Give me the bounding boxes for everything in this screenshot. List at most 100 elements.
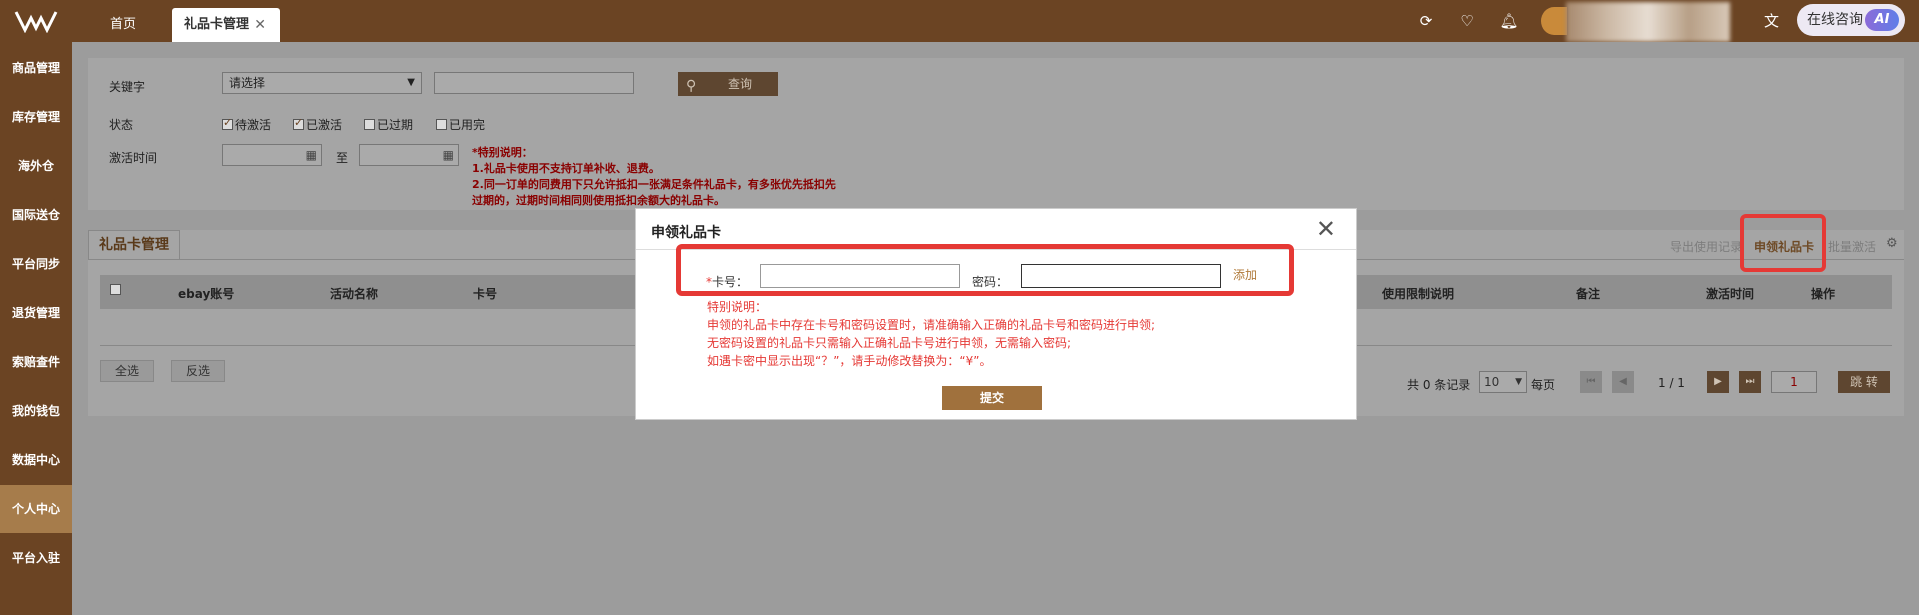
sidebar-item-international-shipping[interactable]: 国际送仓 bbox=[0, 191, 72, 239]
column-header: 备注 bbox=[1576, 287, 1601, 301]
prev-page-icon[interactable]: ◀ bbox=[1612, 371, 1634, 393]
ai-badge: AI bbox=[1865, 9, 1899, 31]
search-icon: ⚲ bbox=[686, 78, 697, 94]
heart-icon[interactable]: ♡ bbox=[1457, 11, 1477, 31]
instruction-line: 无密码设置的礼品卡只需输入正确礼品卡号进行申领，无需输入密码; bbox=[707, 336, 1072, 350]
to-label: 至 bbox=[336, 151, 349, 165]
tab-gift-card-management-panel[interactable]: 礼品卡管理 bbox=[88, 230, 180, 260]
user-info-blurred[interactable] bbox=[1566, 2, 1730, 42]
calendar-icon[interactable]: ▦ bbox=[443, 148, 454, 162]
card-number-label: *卡号： bbox=[706, 273, 748, 290]
tab-gift-card-management[interactable]: 礼品卡管理 ✕ bbox=[172, 8, 280, 42]
keyword-select-value: 请选择 bbox=[229, 76, 266, 90]
card-number-input[interactable] bbox=[760, 264, 960, 288]
sidebar-item-claims[interactable]: 索赔查件 bbox=[0, 338, 72, 386]
brand-logo[interactable] bbox=[14, 9, 58, 33]
select-all-checkbox[interactable] bbox=[110, 283, 123, 297]
tab-home[interactable]: 首页 bbox=[92, 8, 154, 42]
status-option-label: 已过期 bbox=[377, 118, 414, 132]
sidebar-item-overseas-warehouse[interactable]: 海外仓 bbox=[0, 142, 72, 190]
per-page-label: 每页 bbox=[1531, 378, 1556, 392]
keyword-select[interactable]: 请选择 ▼ bbox=[222, 72, 422, 94]
dialog-instructions: 特别说明： 申领的礼品卡中存在卡号和密码设置时，请准确输入正确的礼品卡号和密码进… bbox=[707, 298, 1155, 370]
instruction-line: 申领的礼品卡中存在卡号和密码设置时，请准确输入正确的礼品卡号和密码进行申领; bbox=[707, 318, 1156, 332]
add-link[interactable]: 添加 bbox=[1233, 266, 1257, 283]
status-option-label: 待激活 bbox=[235, 118, 272, 132]
status-checkbox-activated[interactable]: 已激活 bbox=[293, 116, 343, 132]
note-line: *特别说明： bbox=[472, 146, 533, 159]
sidebar-item-products[interactable]: 商品管理 bbox=[0, 44, 72, 92]
column-header: 激活时间 bbox=[1706, 287, 1755, 301]
top-bar: 首页 礼品卡管理 ✕ ⟳ ♡ 🔔︎ 文 在线咨询 AI bbox=[0, 0, 1919, 42]
query-label: 查询 bbox=[728, 77, 753, 91]
note-line: 2.同一订单的同费用下只允许抵扣一张满足条件礼品卡，有多张优先抵扣先 bbox=[472, 178, 836, 191]
status-checkbox-used-up[interactable]: 已用完 bbox=[436, 116, 486, 132]
checkbox[interactable] bbox=[110, 284, 121, 295]
highlight-box-apply bbox=[1740, 214, 1826, 272]
column-header: ebay账号 bbox=[178, 287, 235, 301]
sidebar-item-inventory[interactable]: 库存管理 bbox=[0, 93, 72, 141]
note-line: 1.礼品卡使用不支持订单补收、退费。 bbox=[472, 162, 660, 175]
avatar[interactable] bbox=[1541, 7, 1567, 35]
page-number-input[interactable]: 1 bbox=[1771, 371, 1817, 393]
special-note: *特别说明： 1.礼品卡使用不支持订单补收、退费。 2.同一订单的同费用下只允许… bbox=[472, 145, 836, 209]
sidebar: 商品管理 库存管理 海外仓 国际送仓 平台同步 退货管理 索赔查件 我的钱包 数… bbox=[0, 42, 72, 615]
sidebar-item-personal-center[interactable]: 个人中心 bbox=[0, 485, 72, 533]
select-all-button[interactable]: 全选 bbox=[100, 360, 154, 382]
page-size-value: 10 bbox=[1484, 375, 1500, 389]
last-page-icon[interactable]: ⏭ bbox=[1739, 371, 1761, 393]
apply-gift-card-dialog: 申领礼品卡 ✕ *卡号： 密码： 添加 特别说明： 申领的礼品卡中存在卡号和密码… bbox=[635, 208, 1357, 420]
activate-end-date[interactable]: ▦ bbox=[359, 144, 459, 166]
page-size-select[interactable]: 10 ▼ bbox=[1479, 371, 1527, 393]
jump-button[interactable]: 跳 转 bbox=[1838, 371, 1890, 393]
instruction-line: 如遇卡密中显示出现“？”，请手动修改替换为：“¥”。 bbox=[707, 354, 992, 368]
sidebar-item-returns[interactable]: 退货管理 bbox=[0, 289, 72, 337]
tab-close-icon[interactable]: ✕ bbox=[254, 8, 266, 42]
first-page-icon[interactable]: ⏮ bbox=[1580, 371, 1602, 393]
page-info: 1 / 1 bbox=[1658, 376, 1685, 390]
status-checkbox-expired[interactable]: 已过期 bbox=[364, 116, 414, 132]
translate-icon[interactable]: 文 bbox=[1764, 10, 1779, 31]
sidebar-item-data-center[interactable]: 数据中心 bbox=[0, 436, 72, 484]
bell-icon[interactable]: 🔔︎ bbox=[1499, 11, 1519, 31]
checkbox[interactable] bbox=[364, 119, 375, 130]
submit-button[interactable]: 提交 bbox=[942, 386, 1042, 410]
password-input[interactable] bbox=[1021, 264, 1221, 288]
status-label: 状态 bbox=[109, 118, 134, 132]
instruction-line: 特别说明： bbox=[707, 300, 768, 314]
keyword-label: 关键字 bbox=[109, 80, 146, 94]
column-header: 操作 bbox=[1811, 287, 1836, 301]
gear-icon[interactable]: ⚙ bbox=[1886, 236, 1898, 251]
column-header: 使用限制说明 bbox=[1382, 287, 1455, 301]
export-usage-link[interactable]: 导出使用记录 bbox=[1670, 238, 1742, 255]
dialog-title: 申领礼品卡 bbox=[651, 225, 721, 241]
sidebar-item-wallet[interactable]: 我的钱包 bbox=[0, 387, 72, 435]
column-header: 活动名称 bbox=[330, 287, 379, 301]
keyword-input[interactable] bbox=[434, 72, 634, 94]
refresh-icon[interactable]: ⟳ bbox=[1416, 11, 1436, 31]
column-header: 卡号 bbox=[473, 287, 498, 301]
status-option-label: 已用完 bbox=[449, 118, 486, 132]
checkbox[interactable] bbox=[222, 116, 233, 130]
tab-label: 礼品卡管理 bbox=[184, 17, 250, 32]
calendar-icon[interactable]: ▦ bbox=[306, 148, 317, 162]
chevron-down-icon: ▼ bbox=[407, 77, 415, 88]
online-consult-button[interactable]: 在线咨询 AI bbox=[1797, 4, 1905, 36]
consult-label: 在线咨询 bbox=[1807, 12, 1863, 28]
query-button[interactable]: ⚲ 查询 bbox=[678, 72, 778, 96]
activate-time-label: 激活时间 bbox=[109, 151, 158, 165]
checkbox[interactable] bbox=[293, 116, 304, 130]
close-icon[interactable]: ✕ bbox=[1316, 215, 1336, 243]
sidebar-item-platform-sync[interactable]: 平台同步 bbox=[0, 240, 72, 288]
batch-activate-link[interactable]: 批量激活 bbox=[1828, 238, 1876, 255]
status-option-label: 已激活 bbox=[306, 118, 343, 132]
status-checkbox-pending[interactable]: 待激活 bbox=[222, 116, 272, 132]
sidebar-item-platform-onboarding[interactable]: 平台入驻 bbox=[0, 534, 72, 582]
total-records: 共 0 条记录 bbox=[1407, 378, 1471, 392]
invert-selection-button[interactable]: 反选 bbox=[171, 360, 225, 382]
checkbox[interactable] bbox=[436, 119, 447, 130]
card-number-label-text: 卡号： bbox=[712, 275, 749, 289]
next-page-icon[interactable]: ▶ bbox=[1707, 371, 1729, 393]
activate-start-date[interactable]: ▦ bbox=[222, 144, 322, 166]
note-line: 过期的，过期时间相同则使用抵扣余额大的礼品卡。 bbox=[472, 194, 725, 207]
